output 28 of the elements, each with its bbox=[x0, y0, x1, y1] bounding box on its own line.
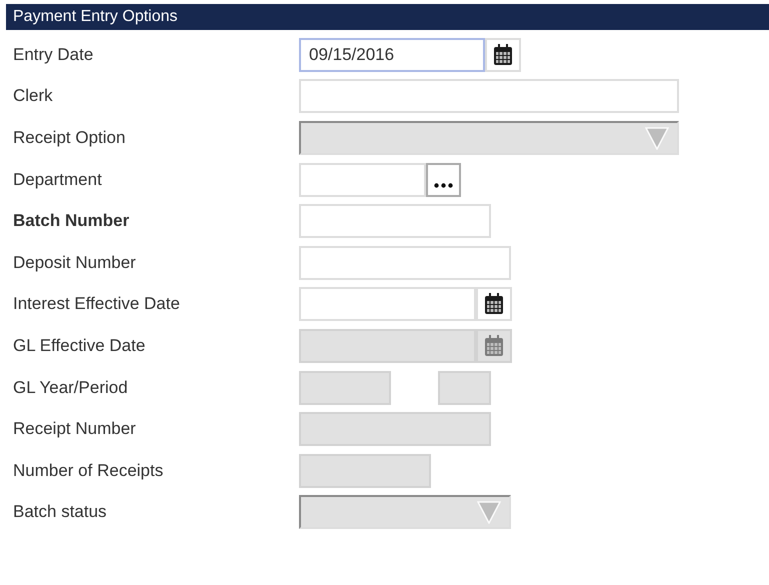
input-field[interactable] bbox=[299, 287, 476, 322]
dropdown-arrow-icon bbox=[645, 126, 669, 150]
calendar-button[interactable] bbox=[476, 287, 512, 322]
section-header: Payment Entry Options bbox=[6, 4, 769, 30]
field-label: Receipt Number bbox=[12, 419, 137, 440]
calendar-button[interactable] bbox=[485, 38, 521, 72]
input-field[interactable]: 09/15/2016 bbox=[299, 38, 485, 72]
field-label: Deposit Number bbox=[12, 252, 137, 273]
input-field[interactable] bbox=[299, 162, 426, 197]
input-field[interactable] bbox=[299, 79, 679, 114]
field-label: Batch status bbox=[12, 502, 108, 522]
field-label: Batch Number bbox=[12, 211, 130, 232]
field-label: Department bbox=[12, 170, 103, 190]
lookup-button[interactable] bbox=[426, 162, 461, 197]
calendar-icon bbox=[483, 334, 505, 358]
field-label: Interest Effective Date bbox=[12, 294, 181, 314]
ellipsis-icon bbox=[434, 182, 453, 188]
input-field[interactable] bbox=[299, 204, 491, 238]
field-label: Receipt Option bbox=[12, 128, 126, 148]
field-label: Number of Receipts bbox=[12, 460, 164, 481]
calendar-icon bbox=[492, 42, 514, 67]
input-field[interactable] bbox=[299, 246, 511, 280]
field-label: Entry Date bbox=[12, 44, 94, 65]
field-label: GL Effective Date bbox=[12, 336, 146, 356]
field-label: GL Year/Period bbox=[12, 378, 129, 398]
calendar-icon bbox=[483, 292, 505, 316]
field-label: Clerk bbox=[12, 86, 54, 106]
dropdown-arrow-icon bbox=[477, 500, 501, 524]
